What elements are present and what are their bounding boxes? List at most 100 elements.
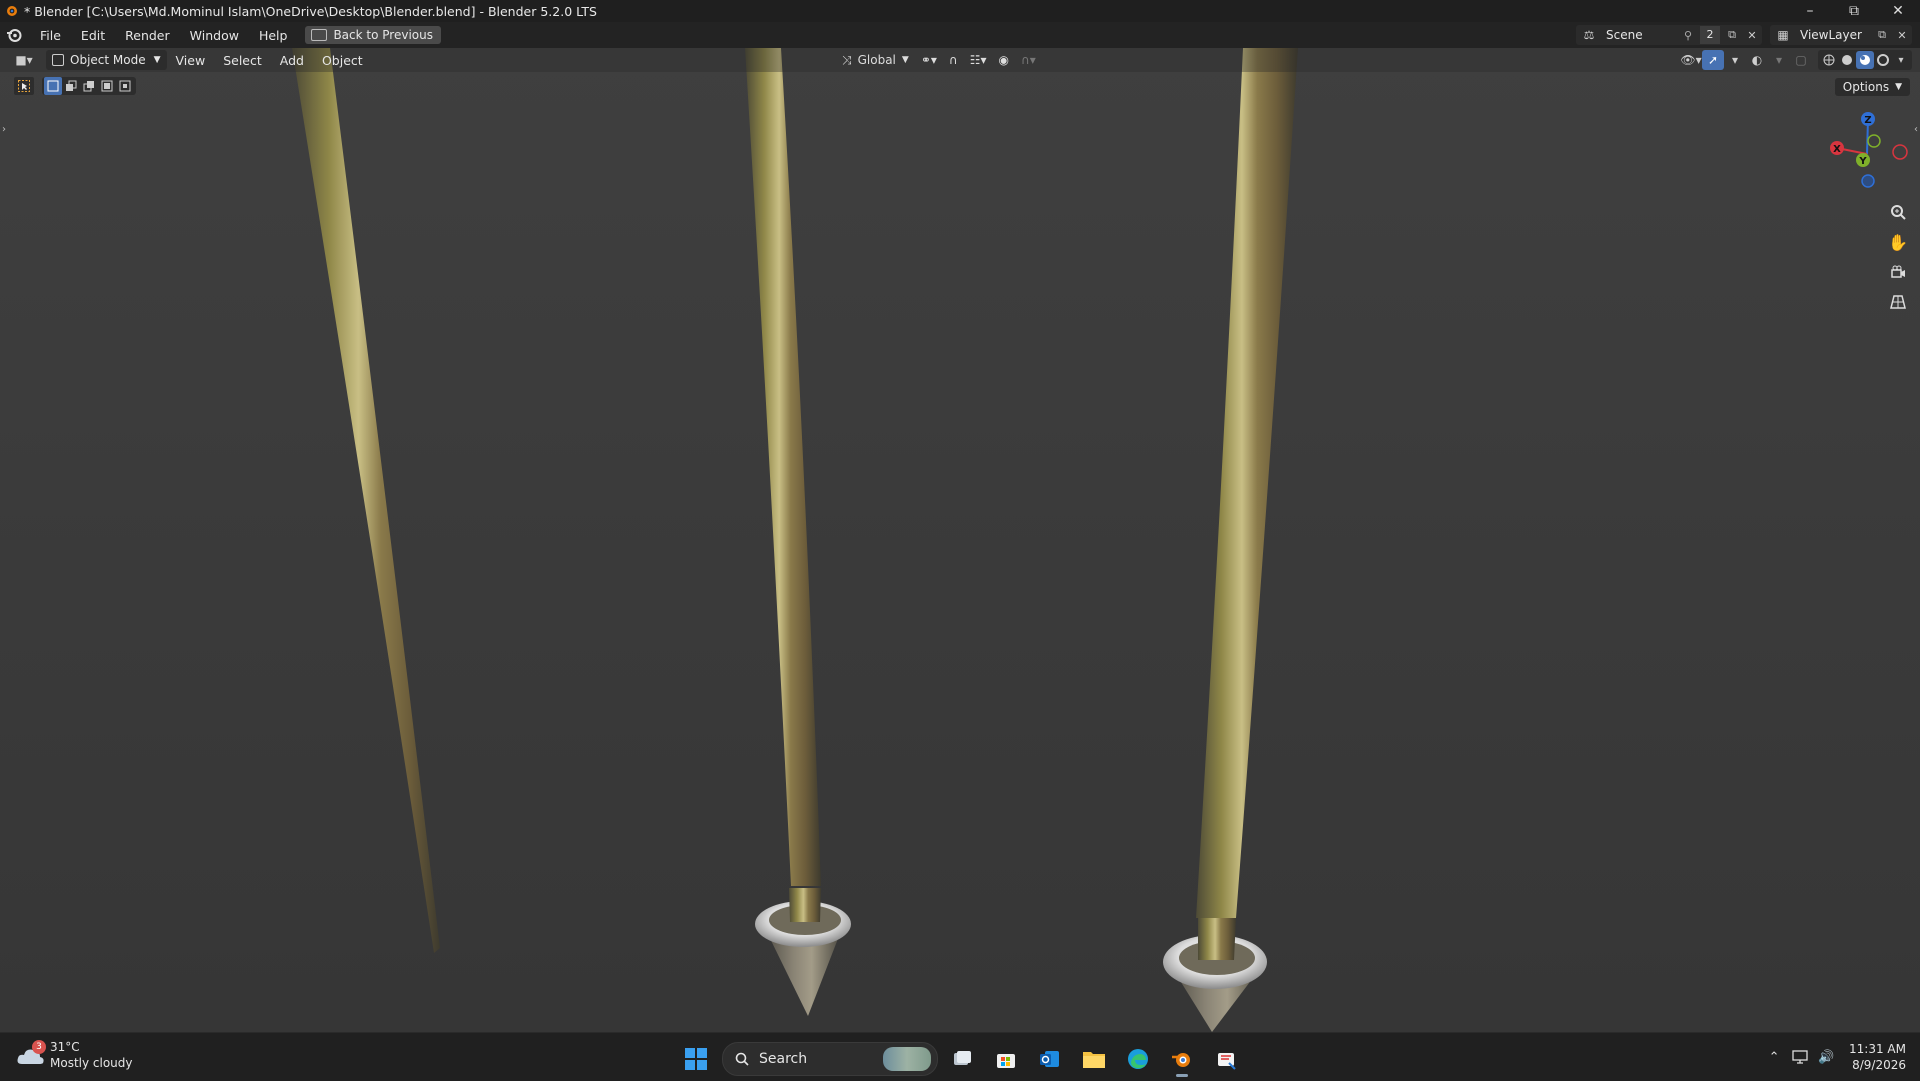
file-explorer-icon[interactable] [1074,1039,1114,1079]
viewlayer-name[interactable]: ViewLayer [1796,28,1872,42]
menu-window[interactable]: Window [180,28,249,43]
navigation-buttons: ✋ [1884,198,1912,318]
taskbar-clock[interactable]: 11:31 AM 8/9/2026 [1849,1041,1906,1073]
minimize-icon[interactable]: – [1788,0,1832,22]
blender-icon[interactable] [1162,1039,1202,1079]
proportional-editing-icon[interactable]: ◉ [992,53,1014,67]
editor-type-icon[interactable]: ■▾ [10,50,38,70]
extend-selection-icon[interactable] [62,77,80,95]
back-to-previous-button[interactable]: Back to Previous [305,26,441,44]
clock-time: 11:31 AM [1849,1042,1906,1056]
gizmo-neg-y-axis[interactable] [1867,134,1881,148]
object-mode-label: Object Mode [70,53,146,67]
close-icon[interactable]: ✕ [1876,0,1920,22]
menu-edit[interactable]: Edit [71,28,115,43]
search-highlight-image [883,1047,931,1071]
camera-icon[interactable] [1884,258,1912,286]
scene-selector[interactable]: ⚖ Scene ⚲ 2 ⧉ ✕ [1576,25,1762,45]
material-preview-shading-icon[interactable] [1856,51,1874,69]
selection-mode-group [42,77,136,95]
volume-icon[interactable]: 🔊 [1813,1044,1839,1070]
transform-orientation-label: Global [857,53,896,67]
top-menubar: File Edit Render Window Help Back to Pre… [0,22,1920,48]
viewlayer-icon: ▦ [1777,28,1789,42]
show-hidden-icons-icon[interactable]: ⌃ [1761,1044,1787,1070]
outlook-icon[interactable] [1030,1039,1070,1079]
active-app-indicator [1176,1074,1188,1077]
overlays-dropdown-icon[interactable]: ▾ [1768,50,1790,70]
chevron-down-icon: ▼ [1895,82,1902,92]
weather-widget[interactable]: 3 31°C Mostly cloudy [16,1039,133,1071]
menu-render[interactable]: Render [115,28,180,43]
options-dropdown[interactable]: Options ▼ [1834,78,1910,96]
store-icon[interactable] [986,1039,1026,1079]
snipping-tool-icon[interactable] [1206,1039,1246,1079]
menu-help[interactable]: Help [249,28,298,43]
delete-scene-icon[interactable]: ✕ [1742,29,1762,42]
scene-user-count: 2 [1700,26,1720,44]
pivot-point-icon[interactable]: ⚭▾ [915,53,943,67]
snap-icon[interactable]: ∩ [943,53,964,67]
navigation-gizmo[interactable]: Z X Y [1820,106,1920,196]
overlays-icon[interactable]: ◐ [1746,50,1768,70]
invert-selection-icon[interactable] [98,77,116,95]
viewport-menu-object[interactable]: Object [313,53,372,68]
visibility-icon[interactable]: 👁▾ [1680,50,1702,70]
edge-icon[interactable] [1118,1039,1158,1079]
viewport-menu-view[interactable]: View [167,53,215,68]
proportional-falloff-icon[interactable]: ∩▾ [1015,53,1042,67]
intersect-selection-icon[interactable] [116,77,134,95]
menu-file[interactable]: File [30,28,71,43]
subtract-selection-icon[interactable] [80,77,98,95]
pin-icon[interactable]: ⚲ [1678,29,1698,42]
window-controls: – ⧉ ✕ [1788,0,1920,22]
xray-icon[interactable]: ▢ [1790,50,1812,70]
3d-viewport[interactable] [0,48,1920,1032]
object-mode-dropdown[interactable]: Object Mode ▼ [46,50,167,70]
gizmo-dropdown-icon[interactable]: ▾ [1724,50,1746,70]
rendered-shading-icon[interactable] [1874,51,1892,69]
gizmo-x-label: X [1833,144,1841,155]
blender-logo-icon[interactable] [6,27,22,43]
windows-taskbar: 3 31°C Mostly cloudy Search ⌃ 🔊 11:31 AM… [0,1032,1920,1081]
scene-icon: ⚖ [1583,28,1595,42]
perspective-grid-icon[interactable] [1884,288,1912,316]
shading-dropdown-icon[interactable]: ▾ [1892,51,1910,69]
toolbar-expand-icon[interactable]: › [2,124,6,135]
search-icon [735,1052,749,1066]
zoom-icon[interactable] [1884,198,1912,226]
gizmo-neg-z-axis[interactable] [1861,174,1875,188]
scene-name[interactable]: Scene [1602,28,1678,42]
viewport-display-tools: 👁▾ ➚ ▾ ◐ ▾ ▢ ▾ [1680,48,1912,72]
solid-shading-icon[interactable] [1838,51,1856,69]
gizmo-neg-x-axis[interactable] [1892,144,1908,160]
select-tool-icon[interactable] [14,77,34,95]
new-scene-icon[interactable]: ⧉ [1722,28,1742,42]
window-title: * Blender [C:\Users\Md.Mominul Islam\One… [24,3,597,19]
viewport-header: ■▾ Object Mode ▼ View Select Add Object … [0,48,1920,72]
restore-icon[interactable]: ⧉ [1832,0,1876,22]
wireframe-shading-icon[interactable] [1820,51,1838,69]
set-new-selection-icon[interactable] [44,77,62,95]
tool-settings-row [14,77,136,95]
task-view-icon[interactable] [942,1039,982,1079]
pan-hand-icon[interactable]: ✋ [1884,228,1912,256]
blender-app-icon [7,6,17,16]
window-titlebar: * Blender [C:\Users\Md.Mominul Islam\One… [0,0,1920,22]
viewport-menu-select[interactable]: Select [214,53,271,68]
taskbar-search-box[interactable]: Search [722,1042,938,1076]
viewport-menu-add[interactable]: Add [271,53,313,68]
viewlayer-selector[interactable]: ▦ ViewLayer ⧉ ✕ [1770,25,1912,45]
shading-modes: ▾ [1818,50,1912,70]
delete-viewlayer-icon[interactable]: ✕ [1892,29,1912,42]
new-viewlayer-icon[interactable]: ⧉ [1872,28,1892,42]
gizmo-toggle-icon[interactable]: ➚ [1702,50,1724,70]
scene-viewlayer-area: ⚖ Scene ⚲ 2 ⧉ ✕ ▦ ViewLayer ⧉ ✕ [1576,22,1920,48]
transform-tools: ⤨ Global ▼ ⚭▾ ∩ ☷▾ ◉ ∩▾ [836,48,1042,72]
cloudy-weather-icon: 3 [16,1040,46,1068]
network-icon[interactable] [1787,1044,1813,1070]
start-icon[interactable] [678,1041,714,1077]
snap-target-icon[interactable]: ☷▾ [964,53,993,67]
transform-orientation-dropdown[interactable]: ⤨ Global ▼ [836,53,915,68]
clock-date: 8/9/2026 [1852,1058,1906,1072]
